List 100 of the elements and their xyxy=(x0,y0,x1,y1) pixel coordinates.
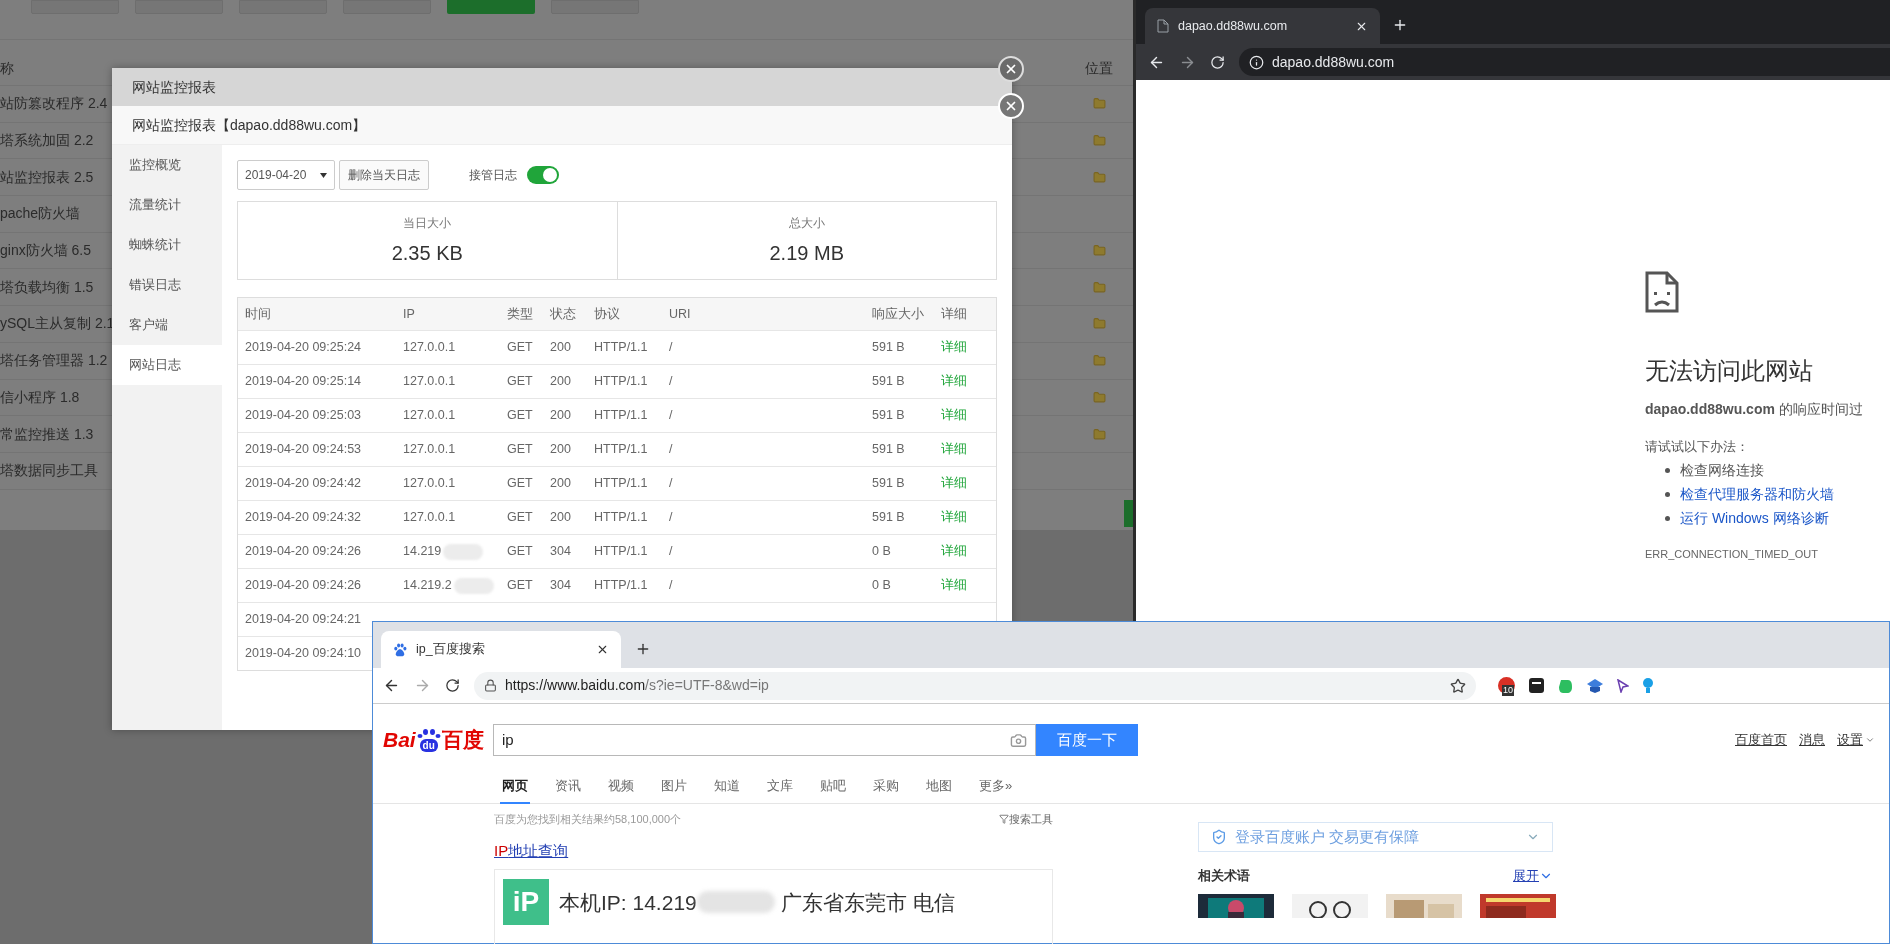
nav-tab[interactable]: 网页 xyxy=(500,776,530,804)
suggestion-title: 请试试以下办法： xyxy=(1645,438,1749,456)
sidebar-item[interactable]: 客户端 xyxy=(112,305,222,345)
table-cell-text: / xyxy=(669,475,673,493)
table-cell-text: 127.0.0.1 xyxy=(403,441,456,459)
table-cell-text: 2019-04-20 09:25:24 xyxy=(245,339,362,357)
date-select[interactable]: 2019-04-20 xyxy=(237,160,335,190)
table-cell-text: GET xyxy=(507,577,533,595)
close-icon xyxy=(1004,62,1018,76)
column-header: 详细 xyxy=(941,306,967,321)
table-cell-text: GET xyxy=(507,407,533,425)
browser-tab[interactable]: ip_百度搜索 xyxy=(381,631,621,668)
shield-icon xyxy=(1211,829,1227,845)
stat-value: 2.19 MB xyxy=(769,240,844,266)
plugin-name: 站监控报表 2.5 xyxy=(0,167,94,187)
delete-button[interactable]: 删除当天日志 xyxy=(339,160,429,190)
back-icon[interactable] xyxy=(383,677,400,694)
error-message: dapao.dd88wu.com 的响应时间过 xyxy=(1645,400,1863,419)
sidebar-item[interactable]: 监控概览 xyxy=(112,145,222,185)
nav-tab[interactable]: 地图 xyxy=(924,776,954,804)
column-header: 称 xyxy=(0,59,14,78)
sidebar-item[interactable]: 网站日志 xyxy=(112,345,222,385)
suggestion-link[interactable]: 运行 Windows 网络诊断 xyxy=(1680,508,1829,529)
nav-tab[interactable]: 贴吧 xyxy=(818,776,848,804)
top-link[interactable]: 消息 xyxy=(1799,730,1825,750)
table-cell-text: HTTP/1.1 xyxy=(594,339,648,357)
nav-tab[interactable]: 采购 xyxy=(871,776,901,804)
suggestion-link[interactable]: 检查代理服务器和防火墙 xyxy=(1680,484,1834,505)
top-link[interactable]: 百度首页 xyxy=(1735,730,1787,750)
plugin-name: 常监控推送 1.3 xyxy=(0,424,94,444)
table-cell-text: GET xyxy=(507,509,533,527)
sidebar-item[interactable]: 流量统计 xyxy=(112,185,222,225)
baidu-logo[interactable]: Bai du 百度 xyxy=(383,724,493,756)
forward-icon[interactable] xyxy=(414,677,431,694)
table-cell-text: 2019-04-20 09:24:32 xyxy=(245,509,362,527)
result-title-link[interactable]: IP地址查询 xyxy=(494,840,569,863)
star-icon[interactable] xyxy=(1450,677,1466,694)
new-tab-icon[interactable] xyxy=(1392,17,1408,33)
browser-tab[interactable]: dapao.dd88wu.com xyxy=(1145,8,1380,44)
cursor-icon[interactable] xyxy=(1617,678,1629,693)
ip-text: 本机IP: 14.219 xyxy=(559,889,697,916)
plugin-name: 塔系统加固 2.2 xyxy=(0,131,94,151)
table-cell-text: 591 B xyxy=(872,407,905,425)
table-cell-text: 2019-04-20 09:24:10 xyxy=(245,645,362,663)
search-button[interactable]: 百度一下 xyxy=(1036,724,1138,756)
table-cell-text: GET xyxy=(507,339,533,357)
table-cell-text: / xyxy=(669,373,673,391)
table-cell-text: GET xyxy=(507,373,533,391)
new-tab-icon[interactable] xyxy=(635,641,651,657)
caret-icon xyxy=(320,172,327,178)
nav-tab[interactable]: 更多» xyxy=(977,776,1015,804)
address-bar[interactable]: dapao.dd88wu.com xyxy=(1239,48,1890,76)
toggle-switch[interactable] xyxy=(527,166,559,184)
extension-icon[interactable]: 10 xyxy=(1498,677,1515,694)
table-cell-text: 591 B xyxy=(872,475,905,493)
plugin-name: 站防篡改程序 2.4 xyxy=(0,94,108,114)
expand-link[interactable]: 展开 xyxy=(1513,866,1539,886)
nav-tab[interactable]: 知道 xyxy=(712,776,742,804)
table-cell-text: 2019-04-20 09:25:03 xyxy=(245,407,362,425)
nav-tab[interactable]: 图片 xyxy=(659,776,689,804)
table-cell-text: HTTP/1.1 xyxy=(594,577,648,595)
table-cell-text: 200 xyxy=(550,339,571,357)
table-cell-text: 0 B xyxy=(872,543,891,561)
column-header: 协议 xyxy=(594,306,620,321)
table-cell-text: HTTP/1.1 xyxy=(594,509,648,527)
nav-tab[interactable]: 文库 xyxy=(765,776,795,804)
table-cell-text: 14.219 xyxy=(403,543,442,561)
extension-icon[interactable] xyxy=(1529,678,1544,693)
plugin-name: 塔任务管理器 1.2 xyxy=(0,351,108,371)
reload-icon[interactable] xyxy=(445,678,460,693)
table-cell-text: 2019-04-20 09:24:21 xyxy=(245,611,362,629)
tab-title: ip_百度搜索 xyxy=(416,641,486,659)
sidebar-item[interactable]: 错误日志 xyxy=(112,265,222,305)
column-header: 类型 xyxy=(507,306,533,321)
cap-icon[interactable] xyxy=(1587,678,1603,693)
plugin-name: ySQL主从复制 2.1 xyxy=(0,314,115,334)
stat-label: 总大小 xyxy=(788,214,825,232)
close-icon[interactable] xyxy=(596,643,609,656)
search-field[interactable]: ip xyxy=(493,724,1036,756)
close-icon xyxy=(1004,99,1018,113)
column-header: IP xyxy=(403,306,415,321)
bulb-icon[interactable] xyxy=(1643,677,1653,694)
error-heading: 无法访问此网站 xyxy=(1645,356,1813,386)
top-link[interactable]: 设置 xyxy=(1837,730,1863,750)
address-bar[interactable]: https://www.baidu.com/s?ie=UTF-8&wd=ip xyxy=(474,671,1476,700)
column-header: URI xyxy=(669,306,691,321)
bullet-icon xyxy=(1665,516,1670,521)
sidebar-item[interactable]: 蜘蛛统计 xyxy=(112,225,222,265)
column-header: 响应大小 xyxy=(872,306,924,321)
nav-tab[interactable]: 资讯 xyxy=(553,776,583,804)
ip-location: 广东省东莞市 电信 xyxy=(780,889,955,916)
ip-logo: iP xyxy=(503,878,549,925)
bullet-icon xyxy=(1665,468,1670,473)
search-tools[interactable]: 搜索工具 xyxy=(1009,810,1053,828)
table-cell-text: 2019-04-20 09:24:42 xyxy=(245,475,362,493)
table-cell-text: 591 B xyxy=(872,441,905,459)
camera-icon[interactable] xyxy=(1010,731,1027,749)
nav-tab[interactable]: 视频 xyxy=(606,776,636,804)
table-cell-text: 2019-04-20 09:24:26 xyxy=(245,577,362,595)
error-code: ERR_CONNECTION_TIMED_OUT xyxy=(1645,546,1818,562)
